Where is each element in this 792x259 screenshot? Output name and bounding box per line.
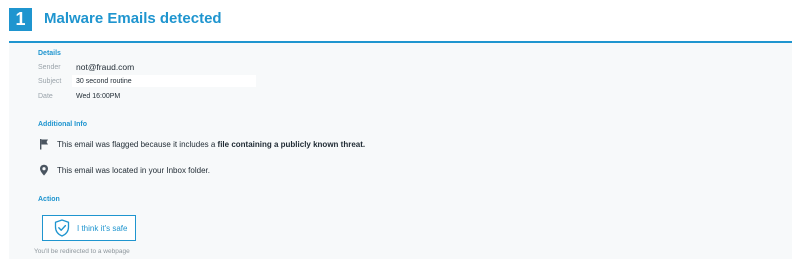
redirect-note: You'll be redirected to a webpage: [34, 248, 130, 255]
header: 1 Malware Emails detected: [0, 0, 792, 40]
location-pin-icon: [38, 164, 50, 176]
flag-info-threat: file containing a publicly known threat.: [217, 139, 366, 149]
date-label: Date: [38, 93, 53, 100]
date-value: Wed 16:00PM: [76, 93, 121, 100]
location-info-text: This email was located in your Inbox fol…: [57, 165, 210, 175]
flag-info-text: This email was flagged because it includ…: [57, 140, 365, 149]
shield-check-icon: [54, 219, 70, 237]
additional-info-heading: Additional Info: [38, 121, 87, 128]
flag-info-prefix: This email was flagged because it includ…: [57, 139, 218, 149]
flag-icon: [38, 138, 50, 150]
subject-value: 30 second routine: [76, 78, 132, 85]
details-heading: Details: [38, 50, 61, 57]
sender-value: not@fraud.com: [76, 62, 135, 72]
action-heading: Action: [38, 196, 60, 203]
sender-label: Sender: [38, 64, 61, 71]
i-think-its-safe-button[interactable]: I think it's safe: [42, 215, 136, 241]
location-info-row: This email was located in your Inbox fol…: [38, 164, 210, 176]
flag-info-row: This email was flagged because it includ…: [38, 138, 365, 150]
subject-label: Subject: [38, 78, 62, 85]
page-title: Malware Emails detected: [44, 10, 222, 27]
safe-button-label: I think it's safe: [77, 223, 128, 233]
step-number-badge: 1: [9, 8, 32, 31]
